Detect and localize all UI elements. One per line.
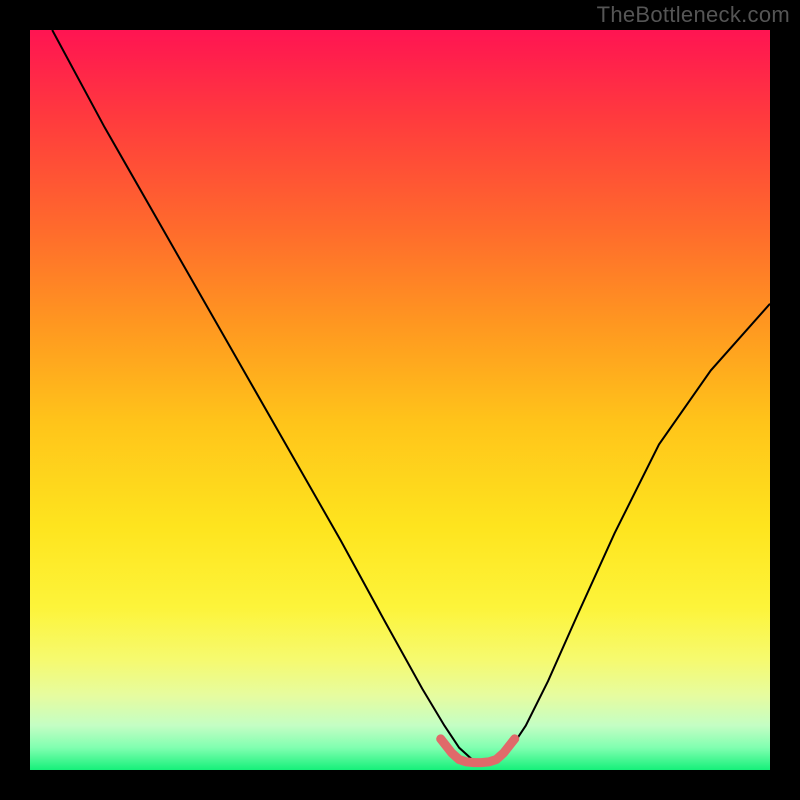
watermark-text: TheBottleneck.com: [597, 2, 790, 28]
gradient-background: [30, 30, 770, 770]
plot-area: [30, 30, 770, 770]
plot-svg: [30, 30, 770, 770]
chart-frame: TheBottleneck.com: [0, 0, 800, 800]
